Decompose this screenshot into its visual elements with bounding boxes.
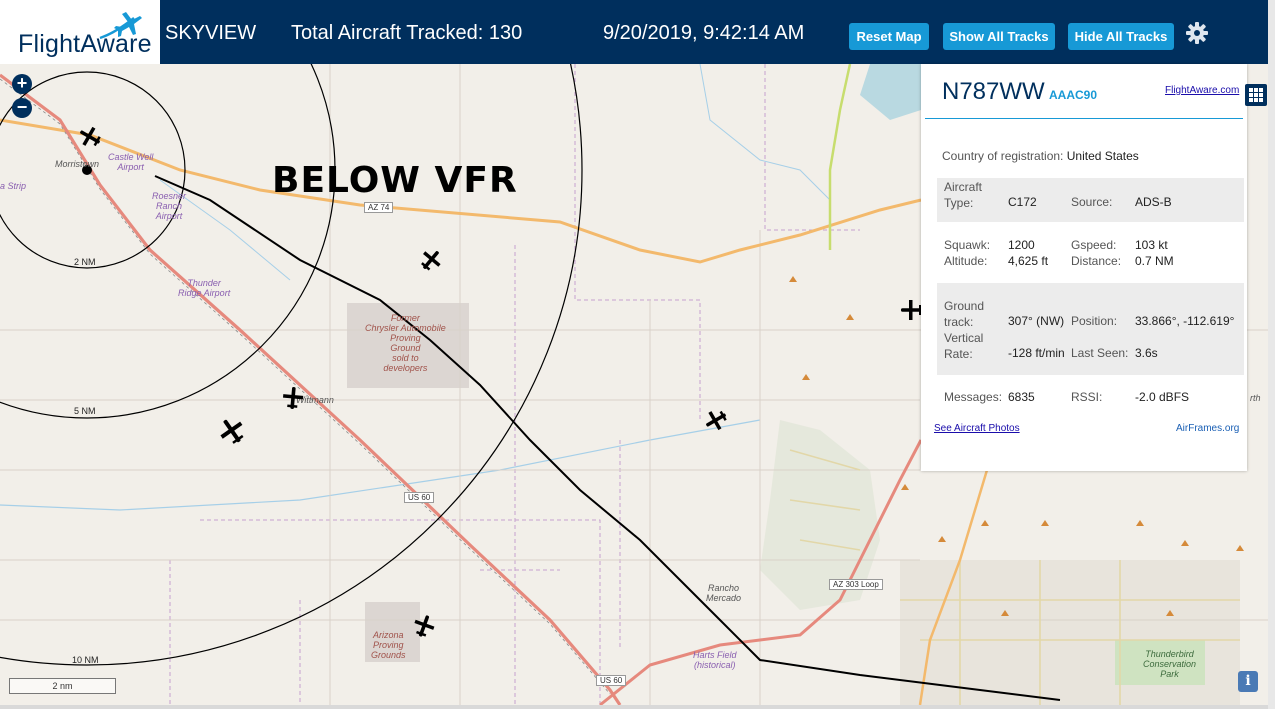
- vertical-rate-label: Vertical Rate:: [944, 331, 984, 361]
- airspace-overlay-label: BELOW VFR: [272, 160, 518, 201]
- rssi-label: RSSI:: [1071, 390, 1103, 404]
- aircraft-icon[interactable]: [78, 125, 102, 149]
- position-value: 33.866°, -112.619°: [1135, 314, 1235, 328]
- aircraft-icon[interactable]: [281, 386, 305, 410]
- logo-text: FlightAware: [18, 30, 152, 58]
- aircraft-icon[interactable]: [704, 408, 728, 432]
- position-label: Position:: [1071, 314, 1118, 328]
- app-name: SKYVIEW: [165, 22, 257, 44]
- zoom-out-button[interactable]: −: [12, 98, 32, 118]
- logo[interactable]: FlightAware: [0, 0, 160, 64]
- gspeed-value: 103 kt: [1135, 238, 1168, 252]
- place-morristown: Morristown: [55, 159, 100, 169]
- place-arizona-proving-grounds: Arizona Proving Grounds: [371, 630, 406, 660]
- country-value: United States: [1066, 149, 1139, 163]
- gspeed-label: Gspeed:: [1071, 238, 1117, 252]
- place-strip: a Strip: [0, 181, 27, 191]
- place-north: rth: [1250, 393, 1261, 403]
- ground-track-label: Ground track:: [944, 299, 985, 329]
- road-shield-us60: US 60: [404, 492, 435, 503]
- place-roesner-ranch-airport: Roesner Ranch Airport: [152, 191, 187, 221]
- last-seen-label: Last Seen:: [1071, 346, 1129, 360]
- horizontal-scrollbar[interactable]: [0, 705, 1268, 709]
- place-thunderbird-park: Thunderbird Conservation Park: [1143, 649, 1197, 679]
- info-button[interactable]: i: [1238, 671, 1258, 692]
- aircraft-info-panel: N787WW AAAC90 FlightAware.com Country of…: [921, 64, 1247, 471]
- clock: 9/20/2019, 9:42:14 AM: [603, 22, 805, 44]
- range-label-5nm: 5 NM: [74, 406, 96, 416]
- road-shield-az74: AZ 74: [364, 202, 394, 213]
- vertical-rate-value: -128 ft/min: [1008, 346, 1065, 360]
- gear-icon[interactable]: [1185, 21, 1209, 45]
- place-castle-well-airport: Castle Well Airport: [108, 152, 154, 172]
- aircraft-count: Total Aircraft Tracked: 130: [291, 22, 523, 44]
- last-seen-value: 3.6s: [1135, 346, 1158, 360]
- aircraft-photos-link[interactable]: See Aircraft Photos: [934, 423, 1020, 434]
- show-all-tracks-button[interactable]: Show All Tracks: [943, 23, 1055, 50]
- distance-label: Distance:: [1071, 254, 1122, 268]
- source-value: ADS-B: [1135, 195, 1172, 209]
- range-label-2nm: 2 NM: [74, 257, 96, 267]
- messages-value: 6835: [1008, 390, 1035, 404]
- reset-map-button[interactable]: Reset Map: [849, 23, 929, 50]
- aircraft-icon[interactable]: [412, 614, 436, 638]
- aircraft-type-label: Aircraft Type:: [944, 180, 983, 210]
- road-shield-us60-south: US 60: [596, 675, 627, 686]
- top-bar: FlightAware SKYVIEW Total Aircraft Track…: [0, 0, 1268, 64]
- rssi-value: -2.0 dBFS: [1135, 390, 1190, 404]
- aircraft-hex-code: AAAC90: [1049, 88, 1098, 102]
- airframes-link[interactable]: AirFrames.org: [1176, 423, 1239, 434]
- source-label: Source:: [1071, 195, 1113, 209]
- flightaware-link[interactable]: FlightAware.com: [1165, 85, 1239, 96]
- place-thunder-ridge-airport: Thunder Ridge Airport: [178, 278, 231, 298]
- distance-value: 0.7 NM: [1135, 254, 1174, 268]
- place-harts-field: Harts Field (historical): [693, 650, 737, 670]
- aircraft-tail-number: N787WW: [942, 78, 1045, 105]
- aircraft-icon[interactable]: [419, 248, 443, 272]
- vertical-scrollbar[interactable]: [1268, 0, 1275, 709]
- altitude-label: Altitude:: [944, 254, 988, 268]
- messages-label: Messages:: [944, 390, 1003, 404]
- country-label: Country of registration:: [942, 149, 1064, 163]
- squawk-value: 1200: [1008, 238, 1035, 252]
- place-chrysler-proving-ground: Former Chrysler Automobile Proving Groun…: [365, 313, 446, 373]
- place-rancho-mercado: Rancho Mercado: [706, 583, 742, 603]
- ground-track-value: 307° (NW): [1008, 314, 1065, 328]
- aircraft-icon[interactable]: [218, 417, 246, 445]
- hide-all-tracks-button[interactable]: Hide All Tracks: [1068, 23, 1174, 50]
- panel-divider: [925, 118, 1243, 119]
- altitude-value: 4,625 ft: [1008, 254, 1049, 268]
- scale-bar: 2 nm: [9, 678, 116, 694]
- grid-view-button[interactable]: [1245, 84, 1267, 106]
- aircraft-type-value: C172: [1008, 195, 1037, 209]
- zoom-in-button[interactable]: +: [12, 74, 32, 94]
- grid-icon: [1249, 88, 1263, 102]
- range-label-10nm: 10 NM: [72, 655, 99, 665]
- squawk-label: Squawk:: [944, 238, 991, 252]
- road-shield-az303: AZ 303 Loop: [829, 579, 883, 590]
